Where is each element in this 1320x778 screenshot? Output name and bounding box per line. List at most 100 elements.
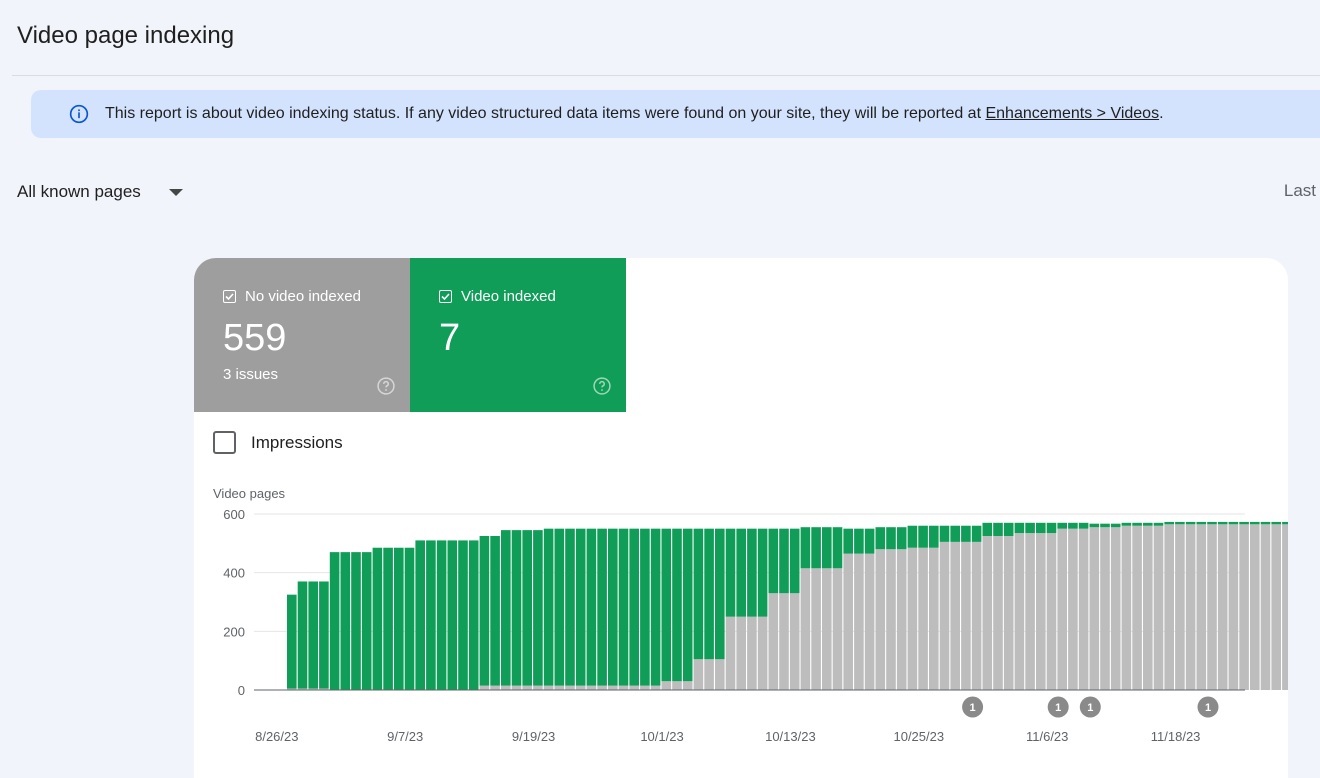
bar-no-video-indexed[interactable] bbox=[918, 547, 928, 690]
bar-video-indexed[interactable] bbox=[736, 528, 746, 617]
bar-no-video-indexed[interactable] bbox=[854, 553, 864, 690]
bar-no-video-indexed[interactable] bbox=[1217, 524, 1228, 690]
bar-no-video-indexed[interactable] bbox=[1046, 533, 1057, 690]
bar-no-video-indexed[interactable] bbox=[511, 685, 522, 690]
bar-no-video-indexed[interactable] bbox=[1068, 528, 1078, 690]
bar-video-indexed[interactable] bbox=[929, 525, 939, 548]
bar-video-indexed[interactable] bbox=[565, 528, 575, 686]
bar-no-video-indexed[interactable] bbox=[757, 616, 768, 690]
bar-no-video-indexed[interactable] bbox=[811, 568, 821, 690]
bar-video-indexed[interactable] bbox=[608, 528, 618, 686]
bar-video-indexed[interactable] bbox=[886, 527, 896, 550]
bar-no-video-indexed[interactable] bbox=[822, 568, 832, 690]
bar-video-indexed[interactable] bbox=[875, 527, 886, 550]
bar-video-indexed[interactable] bbox=[1185, 521, 1196, 525]
bar-video-indexed[interactable] bbox=[961, 525, 971, 542]
bar-video-indexed[interactable] bbox=[1132, 522, 1142, 526]
bar-video-indexed[interactable] bbox=[404, 547, 415, 690]
bar-video-indexed[interactable] bbox=[447, 540, 458, 690]
bar-video-indexed[interactable] bbox=[597, 528, 607, 686]
bar-no-video-indexed[interactable] bbox=[693, 659, 704, 690]
bar-no-video-indexed[interactable] bbox=[543, 685, 554, 690]
bar-video-indexed[interactable] bbox=[832, 527, 843, 569]
bar-no-video-indexed[interactable] bbox=[1025, 533, 1035, 690]
bar-no-video-indexed[interactable] bbox=[597, 685, 607, 690]
bar-no-video-indexed[interactable] bbox=[704, 659, 714, 690]
bar-video-indexed[interactable] bbox=[1260, 521, 1271, 525]
bar-video-indexed[interactable] bbox=[1068, 522, 1078, 529]
bar-video-indexed[interactable] bbox=[682, 528, 693, 682]
bar-video-indexed[interactable] bbox=[1046, 522, 1057, 534]
bar-video-indexed[interactable] bbox=[715, 528, 725, 660]
bar-video-indexed[interactable] bbox=[575, 528, 586, 686]
bar-video-indexed[interactable] bbox=[426, 540, 436, 690]
bar-no-video-indexed[interactable] bbox=[1089, 527, 1100, 690]
bar-no-video-indexed[interactable] bbox=[1100, 527, 1110, 690]
bar-no-video-indexed[interactable] bbox=[864, 553, 875, 690]
bar-video-indexed[interactable] bbox=[372, 547, 383, 690]
bar-video-indexed[interactable] bbox=[747, 528, 757, 617]
bar-video-indexed[interactable] bbox=[511, 530, 522, 686]
bar-no-video-indexed[interactable] bbox=[1196, 524, 1207, 690]
bar-video-indexed[interactable] bbox=[843, 528, 853, 554]
bar-no-video-indexed[interactable] bbox=[950, 541, 960, 690]
annotation-marker[interactable]: 1 bbox=[962, 696, 984, 718]
bar-video-indexed[interactable] bbox=[789, 528, 800, 594]
bar-no-video-indexed[interactable] bbox=[800, 568, 811, 690]
bar-no-video-indexed[interactable] bbox=[832, 568, 843, 690]
bar-video-indexed[interactable] bbox=[1153, 522, 1164, 526]
bar-video-indexed[interactable] bbox=[993, 522, 1003, 536]
bar-video-indexed[interactable] bbox=[640, 528, 650, 686]
bar-video-indexed[interactable] bbox=[907, 525, 918, 548]
bar-video-indexed[interactable] bbox=[768, 528, 779, 594]
bar-no-video-indexed[interactable] bbox=[886, 549, 896, 690]
bar-video-indexed[interactable] bbox=[543, 528, 554, 686]
bar-video-indexed[interactable] bbox=[1207, 521, 1217, 525]
bar-video-indexed[interactable] bbox=[319, 581, 329, 689]
bar-no-video-indexed[interactable] bbox=[1250, 524, 1260, 690]
bar-video-indexed[interactable] bbox=[1057, 522, 1067, 529]
bar-video-indexed[interactable] bbox=[618, 528, 629, 686]
bar-no-video-indexed[interactable] bbox=[725, 616, 736, 690]
bar-no-video-indexed[interactable] bbox=[1271, 524, 1281, 690]
bar-no-video-indexed[interactable] bbox=[618, 685, 629, 690]
bar-video-indexed[interactable] bbox=[896, 527, 907, 550]
bar-no-video-indexed[interactable] bbox=[1164, 524, 1174, 690]
bar-no-video-indexed[interactable] bbox=[479, 685, 490, 690]
bar-video-indexed[interactable] bbox=[501, 530, 511, 686]
annotation-marker[interactable]: 1 bbox=[1047, 696, 1069, 718]
bar-no-video-indexed[interactable] bbox=[1185, 524, 1196, 690]
bar-no-video-indexed[interactable] bbox=[939, 541, 950, 690]
bar-video-indexed[interactable] bbox=[757, 528, 768, 617]
bar-no-video-indexed[interactable] bbox=[608, 685, 618, 690]
bar-video-indexed[interactable] bbox=[950, 525, 960, 542]
bar-video-indexed[interactable] bbox=[522, 530, 532, 686]
annotation-marker[interactable]: 1 bbox=[1079, 696, 1101, 718]
bar-no-video-indexed[interactable] bbox=[1143, 525, 1153, 690]
bar-video-indexed[interactable] bbox=[629, 528, 639, 686]
bar-video-indexed[interactable] bbox=[458, 540, 468, 690]
bar-video-indexed[interactable] bbox=[982, 522, 993, 536]
bar-video-indexed[interactable] bbox=[533, 530, 543, 686]
bar-video-indexed[interactable] bbox=[351, 552, 361, 690]
bar-no-video-indexed[interactable] bbox=[747, 616, 757, 690]
bar-video-indexed[interactable] bbox=[1196, 521, 1207, 525]
bar-video-indexed[interactable] bbox=[971, 525, 982, 542]
bar-video-indexed[interactable] bbox=[436, 540, 447, 690]
bar-no-video-indexed[interactable] bbox=[490, 685, 500, 690]
bar-no-video-indexed[interactable] bbox=[768, 593, 779, 690]
bar-no-video-indexed[interactable] bbox=[501, 685, 511, 690]
bar-video-indexed[interactable] bbox=[1100, 523, 1110, 528]
bar-video-indexed[interactable] bbox=[1164, 521, 1174, 525]
bar-video-indexed[interactable] bbox=[811, 527, 821, 569]
bar-video-indexed[interactable] bbox=[1175, 521, 1185, 525]
bar-no-video-indexed[interactable] bbox=[1239, 524, 1249, 690]
bar-video-indexed[interactable] bbox=[661, 528, 672, 682]
pages-filter-dropdown[interactable]: All known pages bbox=[17, 182, 183, 202]
bar-video-indexed[interactable] bbox=[1110, 523, 1121, 528]
bar-video-indexed[interactable] bbox=[1025, 522, 1035, 534]
bar-no-video-indexed[interactable] bbox=[715, 659, 725, 690]
bar-video-indexed[interactable] bbox=[725, 528, 736, 617]
bar-video-indexed[interactable] bbox=[693, 528, 704, 660]
bar-video-indexed[interactable] bbox=[340, 552, 351, 690]
